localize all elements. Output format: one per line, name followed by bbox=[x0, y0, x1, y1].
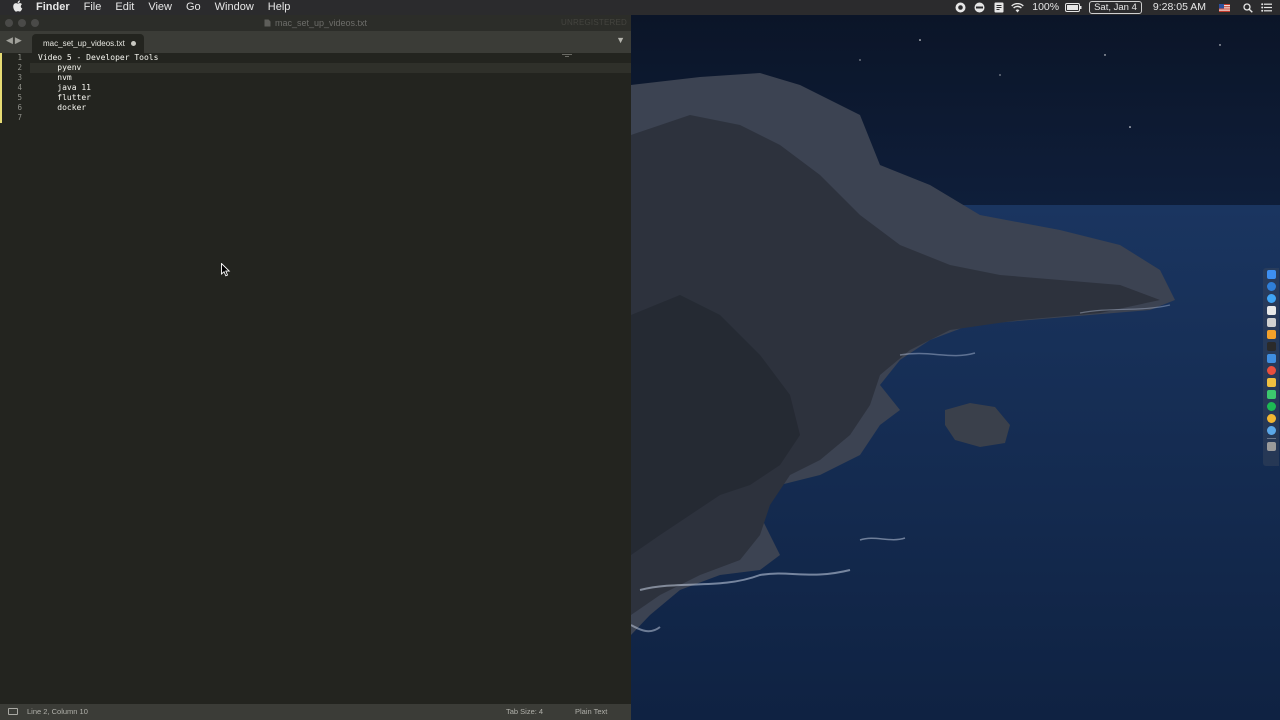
date-display[interactable]: Sat, Jan 4 bbox=[1089, 1, 1142, 14]
photo-icon[interactable] bbox=[1266, 318, 1276, 327]
code-line-current[interactable]: pyenv bbox=[30, 63, 631, 73]
safari-icon[interactable] bbox=[1266, 282, 1276, 291]
mouse-pointer-icon bbox=[221, 263, 231, 277]
minimize-window-button[interactable] bbox=[18, 19, 26, 27]
clipboard-icon[interactable] bbox=[989, 0, 1008, 15]
cursor-position[interactable]: Line 2, Column 10 bbox=[27, 704, 88, 720]
minimap-icon[interactable] bbox=[560, 53, 574, 59]
network-icon[interactable] bbox=[1266, 426, 1276, 435]
finder-icon[interactable] bbox=[1266, 270, 1276, 279]
clock[interactable]: 9:28:05 AM bbox=[1148, 0, 1215, 15]
spotify-icon[interactable] bbox=[1266, 402, 1276, 411]
notes-icon[interactable] bbox=[1266, 306, 1276, 315]
code-line[interactable]: docker bbox=[30, 103, 631, 113]
close-window-button[interactable] bbox=[5, 19, 13, 27]
wifi-icon[interactable] bbox=[1008, 0, 1027, 15]
menu-app-name[interactable]: Finder bbox=[36, 0, 77, 15]
code-line[interactable]: java 11 bbox=[30, 83, 631, 93]
toggle-icon[interactable] bbox=[970, 0, 989, 15]
line-number: 6 bbox=[0, 103, 30, 113]
window-title-bar[interactable]: mac_set_up_videos.txt UNREGISTERED bbox=[0, 15, 631, 31]
menu-help[interactable]: Help bbox=[261, 0, 298, 15]
line-number: 5 bbox=[0, 93, 30, 103]
battery-percent: 100% bbox=[1032, 1, 1060, 13]
menu-edit[interactable]: Edit bbox=[108, 0, 141, 15]
menu-file[interactable]: File bbox=[77, 0, 109, 15]
menu-bar: Finder File Edit View Go Window Help 100… bbox=[0, 0, 1280, 15]
tab-dropdown-icon[interactable]: ▼ bbox=[616, 35, 625, 45]
line-number: 2 bbox=[0, 63, 30, 73]
search-icon[interactable] bbox=[1238, 0, 1257, 15]
status-bar: Line 2, Column 10 Tab Size: 4 Plain Text bbox=[0, 704, 631, 720]
window-title-text: mac_set_up_videos.txt bbox=[274, 18, 368, 28]
battery-icon[interactable] bbox=[1064, 0, 1083, 15]
notification-center-icon[interactable] bbox=[1257, 0, 1276, 15]
maps-icon[interactable] bbox=[1266, 354, 1276, 363]
photos-icon[interactable] bbox=[1266, 378, 1276, 387]
menu-view[interactable]: View bbox=[141, 0, 179, 15]
syntax-selector[interactable]: Plain Text bbox=[575, 704, 607, 720]
tab-label: mac_set_up_videos.txt bbox=[43, 39, 125, 48]
document-icon bbox=[264, 19, 271, 27]
code-area[interactable]: 1 2 3 4 5 6 7 Video 5 - Developer Tools … bbox=[0, 53, 631, 704]
sublime-icon[interactable] bbox=[1266, 330, 1276, 339]
line-number-gutter: 1 2 3 4 5 6 7 bbox=[0, 53, 30, 704]
navigator-icon[interactable] bbox=[1266, 366, 1276, 375]
browser-icon[interactable] bbox=[1266, 294, 1276, 303]
text-editor-window: mac_set_up_videos.txt UNREGISTERED ◀▶ ma… bbox=[0, 15, 631, 720]
tab-mac-set-up-videos[interactable]: mac_set_up_videos.txt bbox=[32, 34, 144, 53]
dock-separator bbox=[1266, 438, 1276, 439]
back-arrow-icon[interactable]: ◀ bbox=[6, 35, 15, 45]
line-number: 4 bbox=[0, 83, 30, 93]
tab-navigation: ◀▶ bbox=[6, 35, 24, 46]
unsaved-dot-icon[interactable] bbox=[131, 41, 136, 46]
terminal-icon[interactable] bbox=[1266, 342, 1276, 351]
code-line[interactable]: flutter bbox=[30, 93, 631, 103]
panel-toggle-icon[interactable] bbox=[8, 708, 18, 715]
line-number: 7 bbox=[0, 113, 30, 123]
window-controls bbox=[5, 19, 39, 27]
code-line[interactable]: Video 5 - Developer Tools bbox=[30, 53, 631, 63]
text-lines[interactable]: Video 5 - Developer Tools pyenv nvm java… bbox=[30, 53, 631, 123]
line-number: 1 bbox=[0, 53, 30, 63]
zoom-window-button[interactable] bbox=[31, 19, 39, 27]
record-icon[interactable] bbox=[951, 0, 970, 15]
menu-window[interactable]: Window bbox=[208, 0, 261, 15]
apple-icon[interactable] bbox=[0, 0, 36, 15]
chrome-icon[interactable] bbox=[1266, 414, 1276, 423]
window-title: mac_set_up_videos.txt bbox=[264, 15, 367, 31]
line-number: 3 bbox=[0, 73, 30, 83]
flag-icon[interactable] bbox=[1215, 0, 1234, 15]
code-line[interactable]: nvm bbox=[30, 73, 631, 83]
dock bbox=[1263, 268, 1279, 466]
messages-icon[interactable] bbox=[1266, 390, 1276, 399]
forward-arrow-icon[interactable]: ▶ bbox=[15, 35, 24, 45]
tab-size-selector[interactable]: Tab Size: 4 bbox=[506, 704, 543, 720]
tab-bar: ◀▶ mac_set_up_videos.txt ▼ bbox=[0, 31, 631, 53]
code-line[interactable] bbox=[30, 113, 631, 123]
trash-icon[interactable] bbox=[1266, 442, 1276, 451]
unregistered-label: UNREGISTERED bbox=[561, 18, 627, 27]
menu-go[interactable]: Go bbox=[179, 0, 208, 15]
